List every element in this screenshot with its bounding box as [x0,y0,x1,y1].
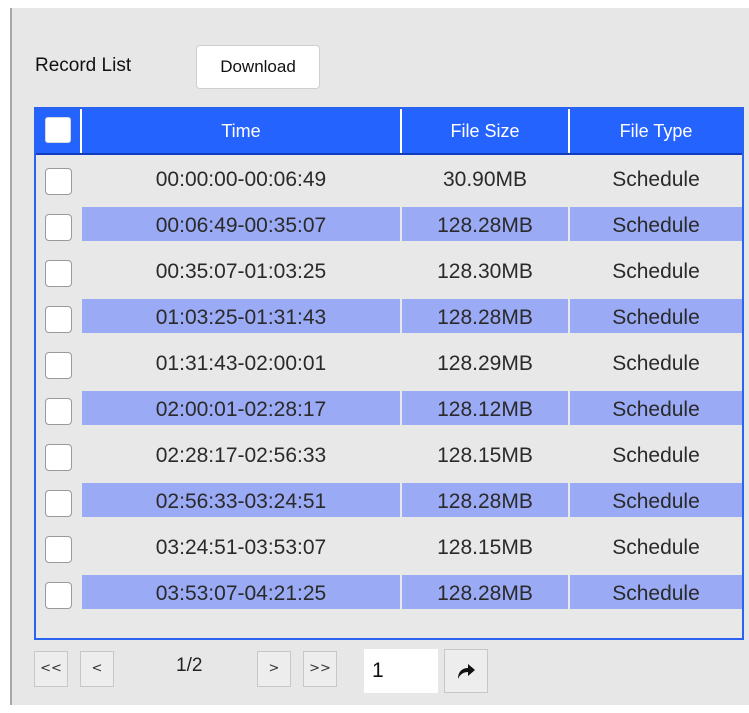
row-checkbox[interactable] [45,398,72,425]
file-size-cell: 128.28MB [437,582,533,605]
page-indicator: 1/2 [176,655,203,676]
table-row[interactable]: 00:35:07-01:03:25 128.30MB Schedule [36,249,742,295]
table-header: Time File Size File Type [36,109,742,155]
row-checkbox[interactable] [45,168,72,195]
table-row[interactable]: 00:06:49-00:35:07 128.28MB Schedule [36,203,742,249]
table-row[interactable]: 00:00:00-00:06:49 30.90MB Schedule [36,157,742,203]
time-cell: 03:24:51-03:53:07 [155,536,327,559]
file-size-cell: 30.90MB [442,168,528,191]
file-type-cell: Schedule [612,398,700,421]
file-type-cell: Schedule [612,260,700,283]
table-row[interactable]: 03:24:51-03:53:07 128.15MB Schedule [36,525,742,571]
table-row[interactable]: 02:00:01-02:28:17 128.12MB Schedule [36,387,742,433]
file-size-cell: 128.28MB [437,306,533,329]
table-row[interactable]: 01:03:25-01:31:43 128.28MB Schedule [36,295,742,341]
select-all-checkbox[interactable] [45,117,71,143]
time-cell: 02:28:17-02:56:33 [155,444,327,467]
page-number-input[interactable] [364,649,438,693]
file-size-cell: 128.28MB [437,214,533,237]
next-page-button[interactable]: > [257,651,291,687]
go-to-page-button[interactable] [444,649,488,693]
row-checkbox[interactable] [45,260,72,287]
record-list-panel: Record List Download Time File Size File… [10,8,749,705]
row-checkbox[interactable] [45,306,72,333]
file-size-cell: 128.15MB [437,536,533,559]
time-cell: 02:00:01-02:28:17 [155,398,327,421]
file-type-cell: Schedule [612,168,700,191]
column-header-time[interactable]: Time [82,109,400,153]
file-type-cell: Schedule [612,490,700,513]
time-cell: 00:35:07-01:03:25 [155,260,327,283]
download-button[interactable]: Download [196,45,320,89]
panel-title: Record List [35,55,132,76]
table-row[interactable]: 02:28:17-02:56:33 128.15MB Schedule [36,433,742,479]
table-row[interactable]: 03:53:07-04:21:25 128.28MB Schedule [36,571,742,617]
column-header-file-size[interactable]: File Size [402,109,568,153]
first-page-button[interactable]: << [34,651,68,687]
time-cell: 00:00:00-00:06:49 [155,168,327,191]
row-checkbox[interactable] [45,582,72,609]
file-type-cell: Schedule [612,214,700,237]
time-cell: 03:53:07-04:21:25 [155,582,327,605]
file-type-cell: Schedule [612,352,700,375]
row-checkbox[interactable] [45,490,72,517]
file-size-cell: 128.29MB [437,352,533,375]
row-checkbox[interactable] [45,444,72,471]
file-type-cell: Schedule [612,536,700,559]
column-header-file-type[interactable]: File Type [570,109,742,153]
time-cell: 02:56:33-03:24:51 [155,490,327,513]
redo-arrow-icon [458,664,475,679]
row-checkbox[interactable] [45,536,72,563]
row-checkbox[interactable] [45,214,72,241]
prev-page-button[interactable]: < [80,651,114,687]
time-cell: 01:31:43-02:00:01 [155,352,327,375]
file-size-cell: 128.30MB [437,260,533,283]
pagination-bar: << < 1/2 > >> [34,649,534,693]
table-row[interactable]: 01:31:43-02:00:01 128.29MB Schedule [36,341,742,387]
last-page-button[interactable]: >> [303,651,337,687]
file-type-cell: Schedule [612,306,700,329]
file-size-cell: 128.28MB [437,490,533,513]
time-cell: 00:06:49-00:35:07 [155,214,327,237]
file-type-cell: Schedule [612,582,700,605]
row-checkbox[interactable] [45,352,72,379]
file-type-cell: Schedule [612,444,700,467]
file-size-cell: 128.12MB [437,398,533,421]
table-row[interactable]: 02:56:33-03:24:51 128.28MB Schedule [36,479,742,525]
time-cell: 01:03:25-01:31:43 [155,306,327,329]
file-size-cell: 128.15MB [437,444,533,467]
record-table: Time File Size File Type 00:00:00-00:06:… [34,107,744,640]
